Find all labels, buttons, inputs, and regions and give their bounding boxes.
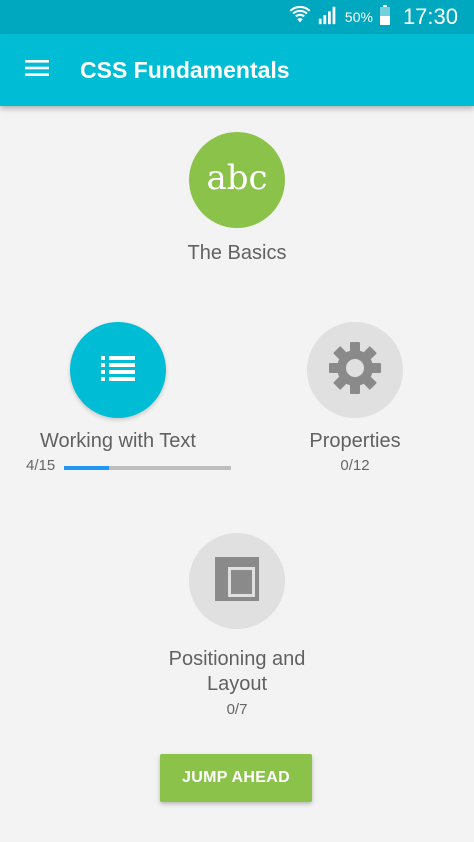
lesson-the-basics[interactable]: abc The Basics	[137, 132, 337, 265]
wifi-icon	[289, 4, 311, 31]
lesson-properties[interactable]: Properties 0/12	[260, 322, 450, 474]
status-time: 17:30	[402, 4, 458, 29]
lesson-positioning-and-layout[interactable]: Positioning and Layout 0/7	[137, 533, 337, 718]
lesson-working-with-text[interactable]: Working with Text 4/15	[20, 322, 231, 477]
status-bar: 50% 17:30	[0, 0, 474, 34]
lesson-title: Positioning and Layout	[168, 648, 306, 695]
app-bar: CSS Fundamentals	[0, 34, 474, 106]
lesson-icon-button[interactable]: abc	[189, 132, 285, 228]
progress-count: 4/15	[26, 457, 56, 474]
page-title: CSS Fundamentals	[80, 57, 290, 83]
lesson-icon-button[interactable]	[307, 322, 403, 418]
list-icon	[100, 353, 136, 388]
signal-icon	[317, 4, 339, 31]
menu-button[interactable]	[18, 54, 56, 86]
gear-icon	[327, 340, 383, 401]
progress-bar	[64, 466, 231, 470]
lesson-progress: 4/15	[20, 457, 231, 477]
layout-icon	[213, 555, 261, 608]
lesson-title: Properties	[309, 430, 401, 452]
menu-icon	[24, 58, 50, 83]
progress-count: 0/7	[226, 701, 248, 718]
lesson-icon-button[interactable]	[189, 533, 285, 629]
lesson-title: Working with Text	[40, 430, 196, 452]
status-icons: 50% 17:30	[289, 0, 458, 34]
abc-icon: abc	[206, 158, 268, 198]
battery-percent: 50%	[344, 9, 373, 25]
jump-ahead-button[interactable]: JUMP AHEAD	[160, 754, 312, 802]
progress-count: 0/12	[340, 457, 370, 474]
progress-bar-fill	[64, 466, 109, 470]
lesson-icon-button[interactable]	[70, 322, 166, 418]
lesson-title: The Basics	[187, 242, 287, 264]
battery-icon	[379, 4, 391, 31]
